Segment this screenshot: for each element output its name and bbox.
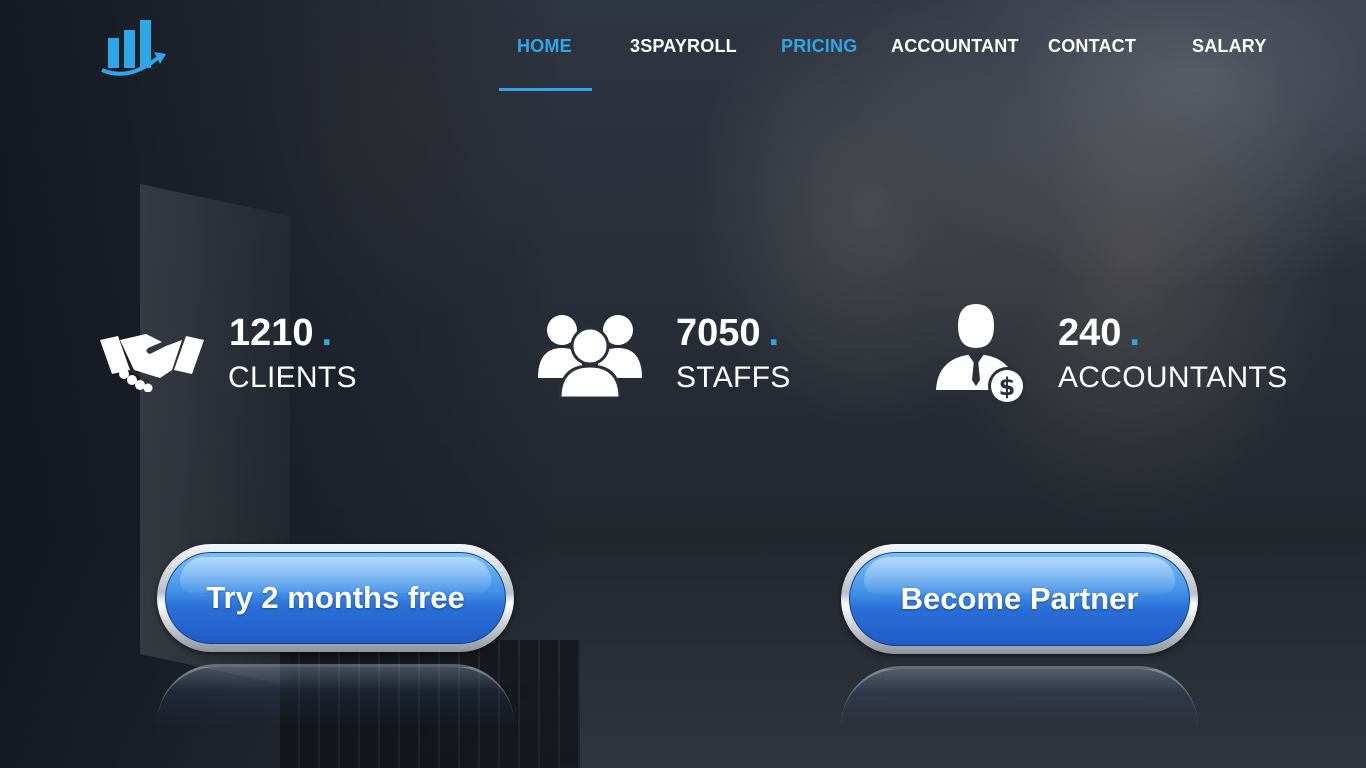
svg-text:$: $	[999, 373, 1016, 401]
nav-contact[interactable]: CONTACT	[1048, 36, 1136, 57]
clients-label: CLIENTS	[228, 361, 357, 394]
trial-button-reflection	[157, 664, 514, 727]
trial-button-frame: Try 2 months free	[157, 544, 514, 652]
users-group-icon	[538, 312, 642, 403]
staffs-label: STAFFS	[676, 361, 791, 394]
partner-button-reflection	[841, 666, 1198, 729]
handshake-icon	[100, 330, 204, 397]
clients-count: 1210.	[229, 312, 333, 354]
nav-accountant[interactable]: ACCOUNTANT	[891, 36, 1019, 57]
nav-3spayroll[interactable]: 3SPAYROLL	[630, 36, 737, 57]
accountants-label: ACCOUNTANTS	[1058, 361, 1288, 394]
staffs-count: 7050.	[676, 312, 780, 354]
accountant-dollar-icon: $	[936, 304, 1028, 411]
active-nav-indicator	[499, 88, 592, 91]
nav-pricing[interactable]: PRICING	[781, 36, 857, 57]
nav-home[interactable]: HOME	[517, 36, 572, 57]
try-free-button[interactable]: Try 2 months free	[165, 552, 506, 644]
nav-salary[interactable]: SALARY	[1192, 36, 1267, 57]
main-navigation: HOME 3SPAYROLL PRICING ACCOUNTANT CONTAC…	[0, 0, 1366, 92]
accountants-count: 240.	[1058, 312, 1140, 354]
partner-button-frame: Become Partner	[841, 544, 1198, 654]
become-partner-button[interactable]: Become Partner	[849, 552, 1190, 646]
